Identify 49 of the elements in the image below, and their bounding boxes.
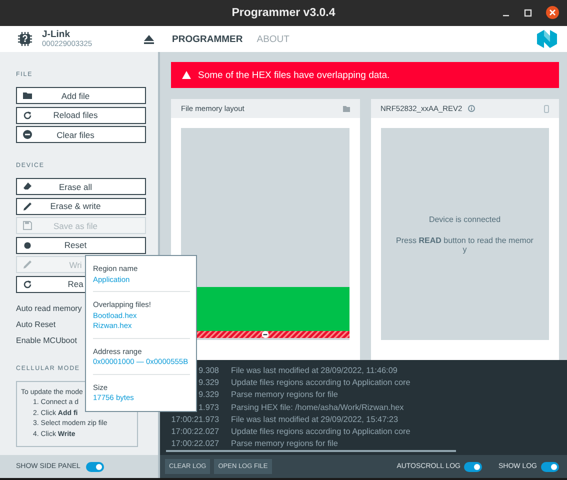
info-icon[interactable] bbox=[468, 105, 476, 112]
error-message: Some of the HEX files have overlapping data. bbox=[198, 70, 390, 80]
log-time: 1.973 bbox=[198, 402, 219, 412]
option-label: Enable MCUboot bbox=[16, 336, 77, 346]
window-title: Programmer v3.0.4 bbox=[232, 7, 336, 19]
sidebar-button[interactable]: Erase & write bbox=[16, 198, 146, 214]
log-time: 9.329 bbox=[198, 378, 219, 387]
device-name: J-Link bbox=[42, 30, 71, 40]
pencil-icon bbox=[23, 202, 32, 210]
eraser-icon bbox=[23, 182, 32, 191]
option-label: Auto Reset bbox=[16, 320, 56, 330]
log-message: Update files regions according to Application core bbox=[231, 427, 410, 436]
log-time: 17:00:21.973 bbox=[170, 414, 219, 424]
device-icon bbox=[544, 104, 549, 112]
status-text: Device is connected bbox=[428, 214, 501, 224]
sidebar-button[interactable]: Reset bbox=[16, 236, 146, 254]
option-label: Auto read memory bbox=[16, 304, 82, 314]
log-time: 17:00:22.027 bbox=[170, 439, 219, 448]
log-message: File was last modified at 29/09/2022, 15:47:23 bbox=[231, 414, 398, 424]
close-icon[interactable] bbox=[546, 6, 559, 19]
toggle-switch[interactable] bbox=[86, 462, 104, 472]
log-message: Parsing HEX file: /home/asha/Work/Rizwan.hex bbox=[231, 402, 404, 412]
reload-icon bbox=[23, 280, 32, 288]
sidebar-button[interactable]: Clear files bbox=[16, 126, 146, 143]
folder-icon bbox=[23, 91, 32, 100]
warning-icon bbox=[182, 71, 191, 79]
minus-circle-icon bbox=[23, 130, 32, 139]
sidebar-button[interactable]: Add file bbox=[16, 87, 146, 104]
log-message: Parse memory regions for file bbox=[231, 439, 338, 448]
log-time: 9.329 bbox=[198, 390, 219, 400]
log-message: Parse memory regions for file bbox=[231, 390, 338, 400]
save-icon bbox=[23, 221, 32, 230]
maximize-icon[interactable] bbox=[524, 8, 532, 16]
log-time: 17:00:22.027 bbox=[170, 427, 219, 436]
log-time: 9.308 bbox=[198, 366, 219, 375]
pencil-icon bbox=[23, 260, 32, 269]
sidebar-button[interactable]: Erase all bbox=[16, 178, 146, 195]
log-message: Update files regions according to Application core bbox=[231, 378, 410, 387]
reload-icon bbox=[23, 110, 32, 120]
nav-tab[interactable]: PROGRAMMER bbox=[168, 34, 247, 44]
sidebar-button[interactable]: Reload files bbox=[16, 106, 146, 124]
chip-icon bbox=[17, 31, 33, 47]
toggle-switch[interactable] bbox=[464, 462, 482, 472]
hint-text: Press READ button to read the memor y bbox=[395, 236, 534, 254]
dot-icon bbox=[23, 240, 32, 250]
toggle-switch[interactable] bbox=[541, 462, 559, 472]
logo-icon bbox=[537, 30, 557, 48]
log-message: File was last modified at 28/09/2022, 11:46:09 bbox=[231, 366, 398, 375]
eject-icon[interactable] bbox=[144, 34, 154, 44]
